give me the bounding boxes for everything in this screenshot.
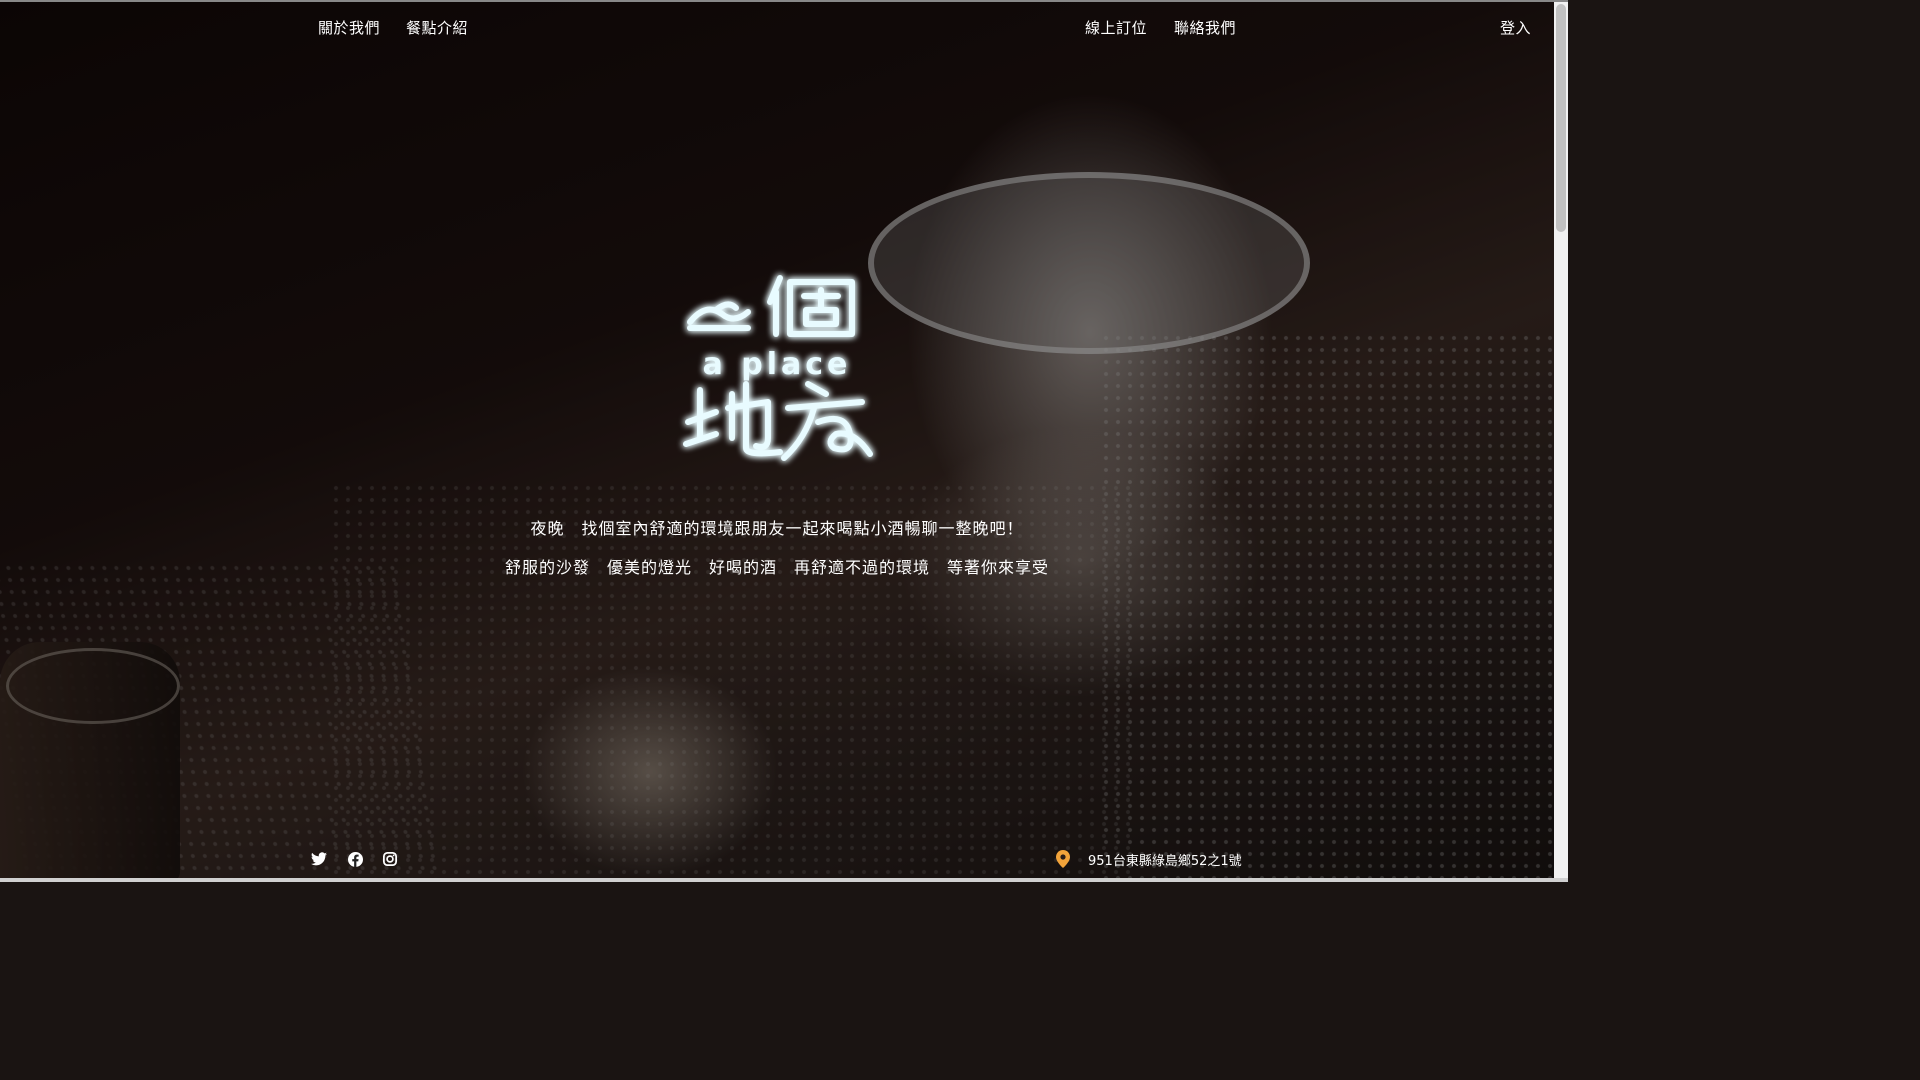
window-bottom-border — [0, 878, 1568, 882]
logo-english-text: a place — [703, 347, 852, 382]
nav-menu[interactable]: 餐點介紹 — [406, 17, 468, 38]
vertical-scrollbar[interactable] — [1554, 2, 1568, 878]
location-pin-icon — [1056, 850, 1070, 868]
nav-reservation[interactable]: 線上訂位 — [1085, 17, 1147, 38]
tagline-line-1: 夜晚 找個室內舒適的環境跟朋友一起來喝點小酒暢聊一整晚吧！ — [530, 519, 1024, 538]
facebook-icon[interactable] — [346, 850, 364, 868]
brand-logo: a place — [676, 262, 882, 472]
nav-about[interactable]: 關於我們 — [318, 17, 380, 38]
nav-login[interactable]: 登入 — [1500, 17, 1531, 38]
address-text: 951台東縣綠島鄉52之1號 — [1088, 854, 1242, 869]
neon-logo-graphic: a place — [683, 275, 873, 461]
scrollbar-thumb[interactable] — [1556, 4, 1566, 232]
twitter-icon[interactable] — [310, 850, 328, 868]
tagline-line-2: 舒服的沙發 優美的燈光 好喝的酒 再舒適不過的環境 等著你來享受 — [504, 558, 1049, 577]
nav-contact[interactable]: 聯絡我們 — [1174, 17, 1236, 38]
instagram-icon[interactable] — [381, 850, 399, 868]
